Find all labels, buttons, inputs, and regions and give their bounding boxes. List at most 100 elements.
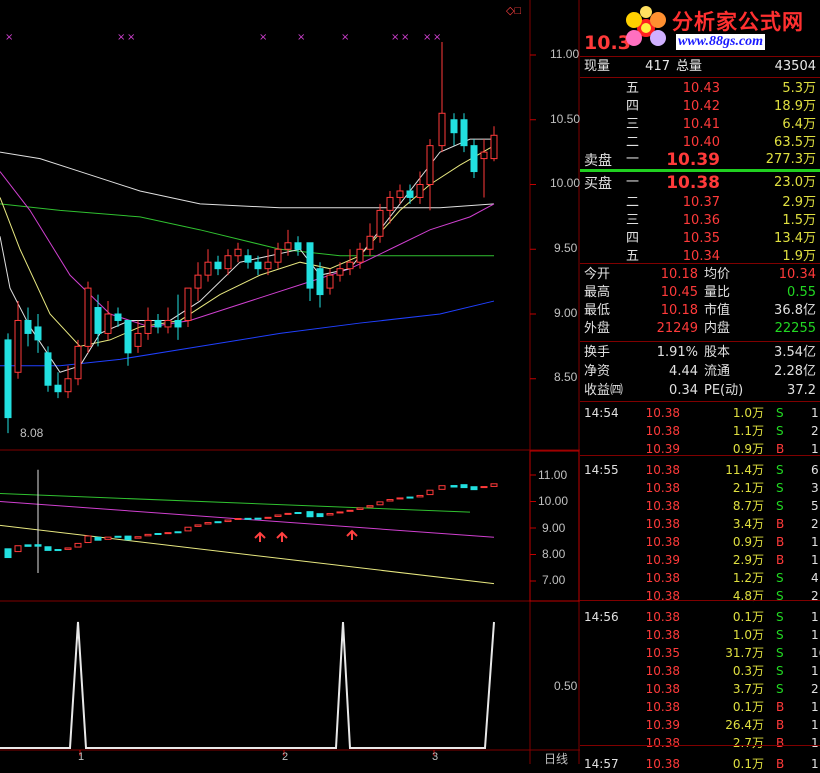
tick-row[interactable]: 14:54 10.38 1.0万 S 1 (580, 404, 820, 422)
mid-candle (64, 547, 72, 550)
total-volume-value: 43504 (774, 59, 816, 74)
tick-row[interactable]: 10.38 0.3万 S 1 (580, 662, 820, 680)
sell-volume: 63.5万 (774, 135, 816, 150)
divider (580, 263, 820, 264)
tick-side: S (776, 571, 784, 585)
tick-row[interactable]: 10.38 1.0万 S 1 (580, 626, 820, 644)
candle-body (294, 242, 302, 250)
tick-volume: 8.7万 (732, 499, 764, 513)
tick-row[interactable]: 14:55 10.38 11.4万 S 6 (580, 461, 820, 479)
stat-value: 10.18 (660, 303, 698, 318)
candle-body (164, 319, 172, 328)
axis-label-main-4: 9.00 (554, 306, 578, 320)
quote-panel: 10.3 分析家公式网 www.88gs.com 现量 417 总量 43504… (580, 0, 820, 771)
tick-volume: 0.1万 (732, 700, 764, 714)
bid-ask-divider (580, 169, 820, 172)
candle-body (346, 261, 354, 270)
tick-volume: 11.4万 (725, 463, 764, 477)
tick-price: 10.38 (645, 664, 680, 678)
tick-side: S (776, 589, 784, 603)
candle-body (284, 242, 292, 250)
tick-row[interactable]: 10.38 3.7万 S 2 (580, 680, 820, 698)
sell-volume: 5.3万 (782, 81, 816, 96)
tick-row[interactable]: 10.38 1.1万 S 2 (580, 422, 820, 440)
candle-body (426, 145, 434, 185)
period-label[interactable]: 日线 (544, 750, 568, 767)
chart-area[interactable]: × × × × × × × × × × 11.00 10.50 10.00 9.50 9.00 8… (0, 0, 580, 767)
mid-candle (366, 505, 374, 508)
up-arrow-icon (346, 529, 358, 540)
candle-body (274, 248, 282, 263)
window-control-icon[interactable]: ◇□ (506, 4, 521, 17)
tick-row[interactable]: 10.38 1.2万 S 4 (580, 569, 820, 587)
stat-row: 最高 10.45 量比 0.55 (580, 284, 820, 302)
mid-candle (144, 533, 152, 537)
tick-side: B (776, 736, 785, 750)
mid-candle (244, 517, 252, 520)
candle-body (44, 352, 52, 386)
tick-price: 10.38 (645, 481, 680, 495)
logo-url[interactable]: www.88gs.com (676, 34, 766, 50)
stat-label: 最高 (584, 285, 611, 300)
candle-body (480, 151, 488, 160)
signal-mark: × (127, 32, 135, 43)
tick-row[interactable]: 10.39 26.4万 B 1 (580, 716, 820, 734)
tick-count: 1 (811, 700, 819, 714)
buy-level-row: 四 10.35 13.4万 (580, 230, 820, 248)
tick-price: 10.38 (645, 517, 680, 531)
mid-green-line (0, 493, 471, 513)
volume-now-value: 417 (645, 59, 670, 74)
tick-price: 10.38 (645, 535, 680, 549)
tick-row[interactable]: 14:57 10.38 0.1万 B 1 (580, 755, 820, 773)
tick-row[interactable]: 10.38 2.1万 S 3 (580, 479, 820, 497)
tick-price: 10.38 (645, 610, 680, 624)
sell-volume: 277.3万 (765, 152, 816, 167)
flower-logo-icon (626, 6, 666, 46)
tick-row[interactable]: 10.39 2.9万 B 1 (580, 551, 820, 569)
buy-price: 10.38 (666, 173, 720, 193)
stat-value: 37.2 (787, 383, 816, 398)
tick-row[interactable]: 14:56 10.38 0.1万 S 1 (580, 608, 820, 626)
buy-price: 10.36 (682, 213, 720, 228)
tick-row[interactable]: 10.38 0.9万 B 1 (580, 533, 820, 551)
mid-candle (34, 544, 42, 547)
tick-volume: 0.1万 (732, 610, 764, 624)
up-arrow-icon (254, 531, 266, 542)
tick-side: S (776, 406, 784, 420)
tick-volume: 4.8万 (732, 589, 764, 603)
tick-row[interactable]: 10.38 8.7万 S 5 (580, 497, 820, 515)
candle-body (470, 145, 478, 173)
stat-value: 0.55 (787, 285, 816, 300)
tick-row[interactable]: 10.38 4.8万 S 2 (580, 587, 820, 605)
date-mark-2: 2 (282, 751, 289, 763)
candle-body (438, 112, 446, 147)
candle-body (264, 261, 272, 270)
signal-line (0, 621, 495, 749)
candle-body (356, 248, 364, 263)
tick-volume: 3.7万 (732, 682, 764, 696)
mid-candle (4, 548, 12, 559)
date-mark-3: 3 (432, 751, 439, 763)
stat-label: 净资 (584, 364, 611, 379)
tick-row[interactable]: 10.38 2.7万 B 1 (580, 734, 820, 752)
candle-body (396, 190, 404, 198)
ma-green-line (0, 203, 494, 257)
tick-row[interactable]: 10.38 0.1万 B 1 (580, 698, 820, 716)
mid-candle (450, 485, 458, 488)
buy-level-row: 一 10.38 23.0万 (580, 174, 820, 192)
tick-row[interactable]: 10.35 31.7万 S 16 (580, 644, 820, 662)
mid-candle (164, 532, 172, 535)
tick-row[interactable]: 10.38 3.4万 B 2 (580, 515, 820, 533)
signal-mark: × (401, 32, 409, 43)
sell-level-row: 一 10.39 277.3万 (580, 151, 820, 169)
tick-side: S (776, 424, 784, 438)
axis-label-mid-2: 9.00 (542, 521, 566, 535)
stat-label: 今开 (584, 267, 611, 282)
candle-body (490, 134, 498, 160)
tick-count: 1 (811, 718, 819, 732)
divider (580, 77, 820, 78)
kline-chart-svg[interactable]: × × × × × × × × × × (0, 0, 580, 764)
sell-level-label: 五 (626, 81, 640, 96)
stat-label: 均价 (704, 267, 731, 282)
mid-candle (426, 489, 434, 496)
